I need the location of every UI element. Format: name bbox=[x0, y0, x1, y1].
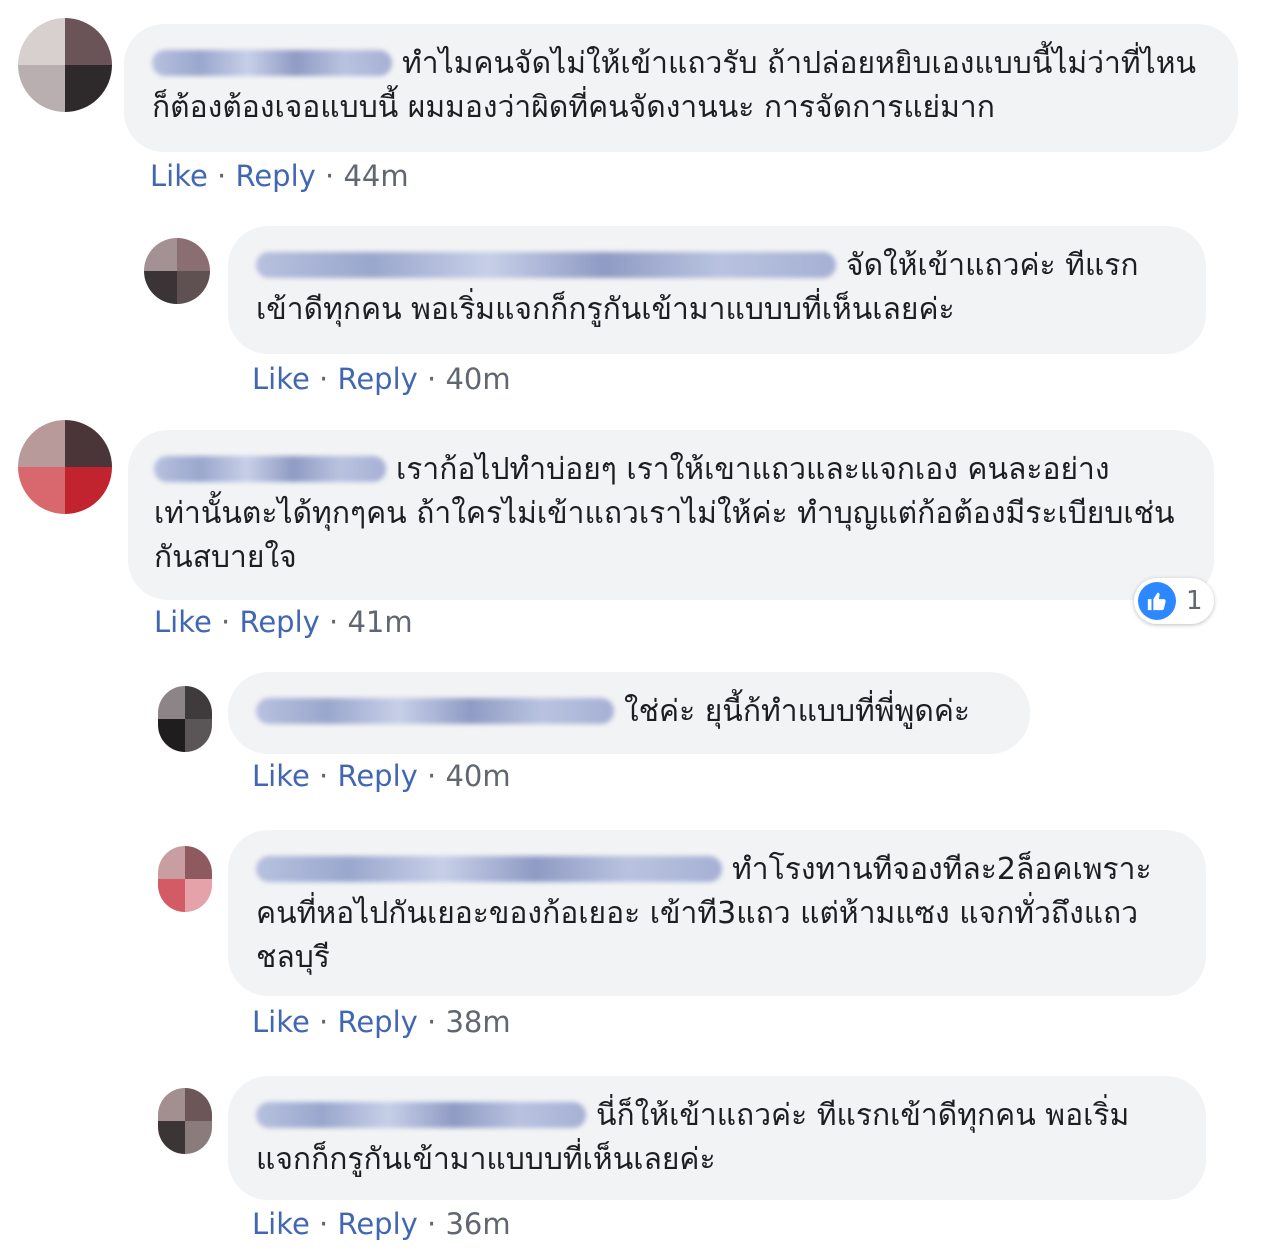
like-link[interactable]: Like bbox=[154, 605, 212, 639]
commenter-name[interactable] bbox=[256, 698, 614, 724]
comment-actions: Like · Reply · 41m bbox=[154, 604, 413, 640]
reply-link[interactable]: Reply bbox=[337, 362, 417, 396]
comment-text: ใช่ค่ะ ยุนี้ก้ทำแบบที่พี่พูดค่ะ bbox=[624, 694, 971, 729]
separator: · bbox=[319, 1005, 329, 1039]
timestamp[interactable]: 38m bbox=[445, 1005, 510, 1039]
reaction-count: 1 bbox=[1186, 586, 1203, 616]
avatar[interactable] bbox=[158, 846, 212, 912]
separator: · bbox=[427, 1207, 437, 1241]
comment-actions: Like · Reply · 38m bbox=[252, 1004, 511, 1040]
comment-bubble: ทำโรงทานทีจองทีละ2ล็อคเพราะคนที่หอไปกันเ… bbox=[228, 830, 1206, 996]
reply-link[interactable]: Reply bbox=[337, 1207, 417, 1241]
separator: · bbox=[217, 159, 227, 193]
separator: · bbox=[325, 159, 335, 193]
reply-link[interactable]: Reply bbox=[337, 1005, 417, 1039]
timestamp[interactable]: 40m bbox=[445, 362, 510, 396]
separator: · bbox=[427, 1005, 437, 1039]
comment-actions: Like · Reply · 36m bbox=[252, 1206, 511, 1242]
avatar[interactable] bbox=[158, 686, 212, 752]
like-link[interactable]: Like bbox=[150, 159, 208, 193]
comment-actions: Like · Reply · 40m bbox=[252, 758, 511, 794]
comment-bubble: จัดให้เข้าแถวค่ะ ทีแรกเข้าดีทุกคน พอเริ่… bbox=[228, 226, 1206, 354]
avatar[interactable] bbox=[18, 420, 112, 514]
separator: · bbox=[329, 605, 339, 639]
commenter-name[interactable] bbox=[256, 856, 722, 882]
like-link[interactable]: Like bbox=[252, 362, 310, 396]
separator: · bbox=[319, 362, 329, 396]
timestamp[interactable]: 44m bbox=[343, 159, 408, 193]
comment-actions: Like · Reply · 44m bbox=[150, 158, 409, 194]
avatar[interactable] bbox=[158, 1088, 212, 1154]
avatar[interactable] bbox=[18, 18, 112, 112]
commenter-name[interactable] bbox=[152, 50, 392, 76]
like-link[interactable]: Like bbox=[252, 1005, 310, 1039]
reaction-badge[interactable]: 1 bbox=[1134, 578, 1214, 624]
avatar[interactable] bbox=[144, 238, 210, 304]
commenter-name[interactable] bbox=[256, 1102, 586, 1128]
reply-link[interactable]: Reply bbox=[337, 759, 417, 793]
separator: · bbox=[319, 1207, 329, 1241]
comment-bubble: เราก้อไปทำบ่อยๆ เราให้เขาแถวและแจกเอง คน… bbox=[128, 430, 1214, 600]
separator: · bbox=[427, 759, 437, 793]
like-link[interactable]: Like bbox=[252, 759, 310, 793]
commenter-name[interactable] bbox=[256, 252, 836, 278]
timestamp[interactable]: 36m bbox=[445, 1207, 510, 1241]
comment-bubble: ทำไมคนจัดไม่ให้เข้าแถวรับ ถ้าปล่อยหยิบเอ… bbox=[124, 24, 1238, 152]
separator: · bbox=[427, 362, 437, 396]
separator: · bbox=[319, 759, 329, 793]
reply-link[interactable]: Reply bbox=[239, 605, 319, 639]
like-icon bbox=[1138, 582, 1176, 620]
timestamp[interactable]: 40m bbox=[445, 759, 510, 793]
comment-actions: Like · Reply · 40m bbox=[252, 361, 511, 397]
timestamp[interactable]: 41m bbox=[347, 605, 412, 639]
like-link[interactable]: Like bbox=[252, 1207, 310, 1241]
reply-link[interactable]: Reply bbox=[235, 159, 315, 193]
commenter-name[interactable] bbox=[154, 456, 386, 482]
comment-bubble: นี่ก็ให้เข้าแถวค่ะ ทีแรกเข้าดีทุกคน พอเร… bbox=[228, 1076, 1206, 1200]
comment-bubble: ใช่ค่ะ ยุนี้ก้ทำแบบที่พี่พูดค่ะ bbox=[228, 672, 1030, 754]
separator: · bbox=[221, 605, 231, 639]
